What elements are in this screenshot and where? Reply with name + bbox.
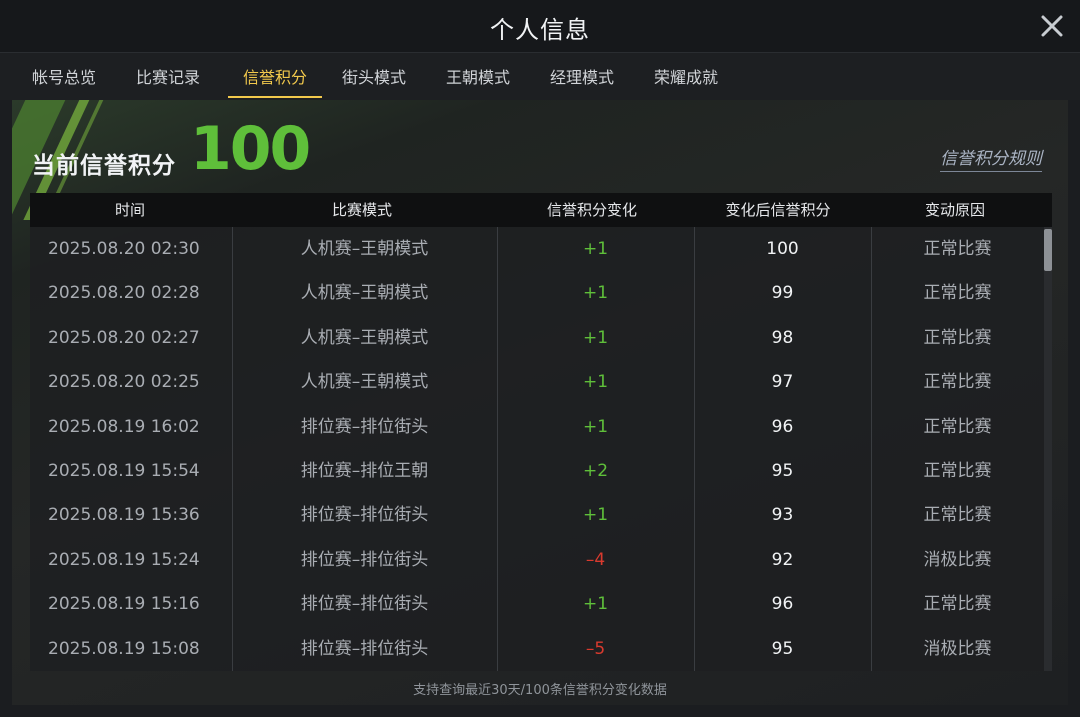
cell-time: 2025.08.19 15:08 <box>48 638 200 659</box>
cell-after: 100 <box>766 239 799 259</box>
cell-time: 2025.08.19 15:16 <box>48 594 200 615</box>
cell-mode: 排位赛–排位街头 <box>300 416 429 437</box>
cell-after: 92 <box>771 549 794 570</box>
credit-rules-link[interactable]: 信誉积分规则 <box>940 144 1042 172</box>
cell-time: 2025.08.19 16:02 <box>48 416 200 437</box>
cell-reason: 正常比赛 <box>923 505 992 526</box>
cell-reason: 正常比赛 <box>923 239 992 259</box>
column-header-reason: 变动原因 <box>924 201 985 219</box>
cell-time: 2025.08.20 02:30 <box>48 239 200 259</box>
cell-reason: 正常比赛 <box>923 594 992 615</box>
table-body: 2025.08.20 02:30 人机赛–王朝模式 +1 100 正常比赛 2025.08… <box>30 227 1052 671</box>
cell-after: 98 <box>771 327 794 348</box>
cell-change: –4 <box>585 549 606 570</box>
cell-mode: 人机赛–王朝模式 <box>300 372 429 393</box>
table-row: 2025.08.19 15:08 排位赛–排位街头 –5 95 消极比赛 <box>30 627 1052 671</box>
cell-change: +1 <box>582 327 609 348</box>
current-score-label: 当前信誉积分 <box>32 153 176 179</box>
current-score-value: 100 <box>190 114 311 184</box>
table-row: 2025.08.20 02:30 人机赛–王朝模式 +1 100 正常比赛 <box>30 227 1052 271</box>
table-row: 2025.08.19 15:54 排位赛–排位王朝 +2 95 正常比赛 <box>30 449 1052 493</box>
column-header-time: 时间 <box>114 201 145 219</box>
tab-bar: 帐号总览 比赛记录 信誉积分 街头模式 王朝模式 经理模式 荣耀成就 <box>0 53 1080 100</box>
cell-mode: 人机赛–王朝模式 <box>300 327 429 348</box>
column-header-change: 信誉积分变化 <box>546 201 637 219</box>
cell-change: +1 <box>582 239 609 259</box>
table-header: 时间 比赛模式 信誉积分变化 变化后信誉积分 变动原因 <box>30 193 1052 227</box>
tab-manager-mode[interactable]: 经理模式 <box>548 53 616 98</box>
cell-after: 95 <box>771 461 794 481</box>
cell-reason: 正常比赛 <box>923 416 992 437</box>
table-row: 2025.08.19 15:16 排位赛–排位街头 +1 96 正常比赛 <box>30 582 1052 626</box>
table-row: 2025.08.19 15:36 排位赛–排位街头 +1 93 正常比赛 <box>30 493 1052 537</box>
cell-change: +1 <box>582 416 609 437</box>
cell-mode: 排位赛–排位街头 <box>300 594 429 615</box>
cell-after: 96 <box>771 416 794 437</box>
cell-change: +1 <box>582 372 609 393</box>
cell-reason: 消极比赛 <box>923 638 992 659</box>
cell-mode: 排位赛–排位街头 <box>300 638 429 659</box>
cell-change: –5 <box>585 638 606 659</box>
column-header-mode: 比赛模式 <box>331 201 392 219</box>
credit-score-panel: 当前信誉积分 100 信誉积分规则 时间 比赛模式 信誉积分变化 变化后信誉积分… <box>12 100 1068 705</box>
cell-mode: 排位赛–排位王朝 <box>300 461 429 481</box>
title-bar: 个人信息 <box>0 0 1080 53</box>
cell-time: 2025.08.20 02:25 <box>48 372 200 393</box>
cell-reason: 正常比赛 <box>923 372 992 393</box>
cell-after: 95 <box>771 638 794 659</box>
table-row: 2025.08.20 02:25 人机赛–王朝模式 +1 97 正常比赛 <box>30 360 1052 404</box>
cell-change: +1 <box>582 283 609 304</box>
table-row: 2025.08.20 02:28 人机赛–王朝模式 +1 99 正常比赛 <box>30 271 1052 315</box>
tab-account-overview[interactable]: 帐号总览 <box>30 53 98 98</box>
cell-mode: 排位赛–排位街头 <box>300 505 429 526</box>
close-icon <box>1041 15 1063 37</box>
cell-reason: 正常比赛 <box>923 283 992 304</box>
cell-time: 2025.08.19 15:36 <box>48 505 200 526</box>
tab-dynasty-mode[interactable]: 王朝模式 <box>444 53 512 98</box>
table-row: 2025.08.20 02:27 人机赛–王朝模式 +1 98 正常比赛 <box>30 316 1052 360</box>
scrollbar-track[interactable] <box>1044 227 1052 671</box>
cell-after: 99 <box>771 283 794 304</box>
cell-time: 2025.08.19 15:24 <box>48 549 200 570</box>
table-row: 2025.08.19 16:02 排位赛–排位街头 +1 96 正常比赛 <box>30 405 1052 449</box>
cell-mode: 人机赛–王朝模式 <box>300 239 429 259</box>
cell-change: +1 <box>582 505 609 526</box>
table-row: 2025.08.19 15:24 排位赛–排位街头 –4 92 消极比赛 <box>30 538 1052 582</box>
window-title: 个人信息 <box>490 16 590 44</box>
close-button[interactable] <box>1038 12 1066 40</box>
query-limit-note: 支持查询最近30天/100条信誉积分变化数据 <box>413 683 667 698</box>
cell-after: 97 <box>771 372 794 393</box>
tab-credit-score[interactable]: 信誉积分 <box>228 53 322 98</box>
cell-time: 2025.08.19 15:54 <box>48 461 200 481</box>
cell-change: +2 <box>582 461 609 481</box>
cell-reason: 正常比赛 <box>923 327 992 348</box>
cell-reason: 消极比赛 <box>923 549 992 570</box>
scrollbar-thumb[interactable] <box>1044 229 1052 271</box>
tab-match-records[interactable]: 比赛记录 <box>134 53 202 98</box>
cell-change: +1 <box>582 594 609 615</box>
cell-time: 2025.08.20 02:27 <box>48 327 200 348</box>
tab-street-mode[interactable]: 街头模式 <box>340 53 408 98</box>
cell-time: 2025.08.20 02:28 <box>48 283 200 304</box>
tab-honor-achievements[interactable]: 荣耀成就 <box>652 53 720 98</box>
cell-after: 96 <box>771 594 794 615</box>
cell-mode: 人机赛–王朝模式 <box>300 283 429 304</box>
cell-reason: 正常比赛 <box>923 461 992 481</box>
cell-after: 93 <box>771 505 794 526</box>
cell-mode: 排位赛–排位街头 <box>300 549 429 570</box>
column-header-after: 变化后信誉积分 <box>725 201 831 219</box>
credit-history-table: 时间 比赛模式 信誉积分变化 变化后信誉积分 变动原因 2025.08.20 0… <box>30 193 1052 671</box>
